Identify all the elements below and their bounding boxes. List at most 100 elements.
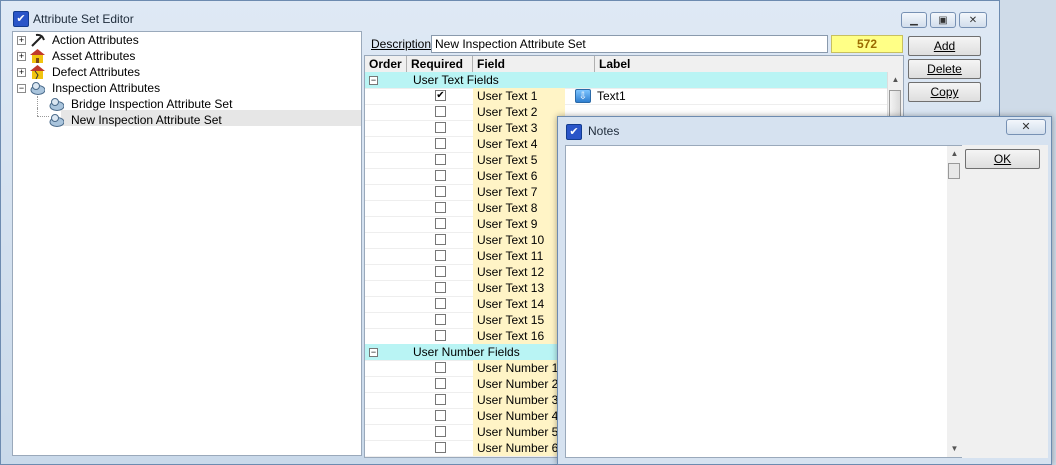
description-label: Description: [371, 37, 435, 51]
required-checkbox[interactable] [435, 106, 446, 117]
tree-item-label: Inspection Attributes [52, 81, 161, 95]
label-edit-icon[interactable]: ⇩ [575, 89, 591, 103]
tree-item-bridge-inspection-attribute-set[interactable]: Bridge Inspection Attribute Set [49, 96, 349, 112]
copy-button[interactable]: Copy [908, 82, 981, 102]
collapse-minus-icon[interactable]: − [17, 84, 26, 93]
copy-button-label: Copy [930, 85, 959, 99]
required-checkbox[interactable] [435, 250, 446, 261]
expand-plus-icon[interactable]: + [17, 52, 26, 61]
tree-item-label: New Inspection Attribute Set [71, 113, 222, 127]
scroll-up-arrow-icon[interactable]: ▲ [947, 146, 962, 162]
collapse-minus-icon[interactable]: − [369, 76, 378, 85]
attribute-tree[interactable]: + Action Attributes + Asset Attributes +… [12, 31, 362, 456]
required-checkbox[interactable] [435, 266, 446, 277]
ok-button-label: OK [993, 152, 1012, 166]
group-row-user-text-fields[interactable]: − User Text Fields [365, 72, 887, 89]
group-label: User Text Fields [413, 73, 499, 87]
field-cell: User Number 1 [473, 360, 565, 376]
tree-item-label: Asset Attributes [52, 49, 136, 63]
grid-header: Order Required Field Label [365, 56, 903, 73]
required-checkbox[interactable] [435, 170, 446, 181]
field-cell: User Text 13 [473, 280, 565, 296]
table-row[interactable]: ✔ User Text 1 ⇩ Text1 [365, 88, 887, 105]
app-checkbox-icon: ✔ [566, 124, 582, 140]
minimize-button[interactable]: ▁ [901, 12, 927, 28]
field-cell: User Text 16 [473, 328, 565, 344]
field-cell: User Number 6 [473, 440, 565, 456]
description-input[interactable] [431, 35, 828, 53]
field-cell: User Text 11 [473, 248, 565, 264]
tree-item-asset-attributes[interactable]: + Asset Attributes [13, 48, 353, 64]
scroll-up-arrow-icon[interactable]: ▲ [888, 72, 903, 88]
required-checkbox[interactable] [435, 442, 446, 453]
required-checkbox[interactable] [435, 314, 446, 325]
delete-button[interactable]: Delete [908, 59, 981, 79]
tree-line [37, 108, 38, 116]
required-checkbox[interactable] [435, 378, 446, 389]
required-checkbox[interactable] [435, 218, 446, 229]
field-cell: User Text 2 [473, 104, 565, 120]
required-checkbox[interactable] [435, 394, 446, 405]
window-title: Attribute Set Editor [33, 12, 134, 26]
field-cell: User Number 4 [473, 408, 565, 424]
required-checkbox[interactable] [435, 122, 446, 133]
notes-textarea[interactable] [565, 145, 962, 458]
notes-dialog: ✔ Notes ✕ ▲ ▼ OK [557, 116, 1052, 465]
inspection-icon [49, 97, 65, 111]
tree-line [37, 116, 49, 117]
delete-button-label: Delete [927, 62, 962, 76]
field-cell: User Text 9 [473, 216, 565, 232]
tree-line [37, 96, 38, 108]
close-button[interactable]: ✕ [959, 12, 987, 28]
tree-item-action-attributes[interactable]: + Action Attributes [13, 32, 353, 48]
required-checkbox[interactable] [435, 138, 446, 149]
notes-vertical-scrollbar[interactable]: ▲ ▼ [947, 146, 962, 457]
field-cell: User Text 14 [473, 296, 565, 312]
required-checkbox[interactable] [435, 202, 446, 213]
field-cell: User Text 5 [473, 152, 565, 168]
scroll-down-arrow-icon[interactable]: ▼ [947, 441, 962, 457]
pickaxe-icon [30, 33, 45, 47]
expand-plus-icon[interactable]: + [17, 36, 26, 45]
required-checkbox[interactable] [435, 410, 446, 421]
field-cell: User Text 10 [473, 232, 565, 248]
required-checkbox[interactable] [435, 330, 446, 341]
column-header-field[interactable]: Field [473, 56, 595, 72]
required-checkbox[interactable] [435, 362, 446, 373]
required-checkbox[interactable] [435, 186, 446, 197]
add-button-label: Add [933, 39, 956, 53]
label-cell[interactable]: Text1 [597, 89, 626, 103]
scroll-thumb[interactable] [948, 163, 960, 179]
column-header-order[interactable]: Order [365, 56, 407, 72]
cracked-house-icon [30, 65, 45, 80]
dialog-close-button[interactable]: ✕ [1006, 119, 1046, 135]
tree-item-defect-attributes[interactable]: + Defect Attributes [13, 64, 353, 80]
field-cell: User Text 3 [473, 120, 565, 136]
column-header-label[interactable]: Label [595, 56, 887, 72]
required-checkbox[interactable] [435, 282, 446, 293]
required-checkbox[interactable] [435, 298, 446, 309]
count-badge: 572 [831, 35, 903, 53]
expand-plus-icon[interactable]: + [17, 68, 26, 77]
house-icon [30, 49, 45, 63]
field-cell: User Text 8 [473, 200, 565, 216]
tree-item-inspection-attributes[interactable]: − Inspection Attributes [13, 80, 353, 96]
required-checkbox[interactable] [435, 234, 446, 245]
field-cell: User Number 2 [473, 376, 565, 392]
collapse-minus-icon[interactable]: − [369, 348, 378, 357]
field-cell: User Number 5 [473, 424, 565, 440]
field-cell: User Number 3 [473, 392, 565, 408]
required-checkbox[interactable]: ✔ [435, 90, 446, 101]
required-checkbox[interactable] [435, 154, 446, 165]
ok-button[interactable]: OK [965, 149, 1040, 169]
required-checkbox[interactable] [435, 426, 446, 437]
title-bar: ✔ Attribute Set Editor ▁ ▣ ✕ [1, 1, 999, 31]
field-cell: User Text 15 [473, 312, 565, 328]
maximize-button[interactable]: ▣ [930, 12, 956, 28]
column-header-required[interactable]: Required [407, 56, 473, 72]
add-button[interactable]: Add [908, 36, 981, 56]
field-cell: User Text 4 [473, 136, 565, 152]
dialog-button-panel [962, 145, 1048, 458]
tree-item-new-inspection-attribute-set[interactable]: New Inspection Attribute Set [49, 112, 349, 128]
tree-item-label: Defect Attributes [52, 65, 141, 79]
